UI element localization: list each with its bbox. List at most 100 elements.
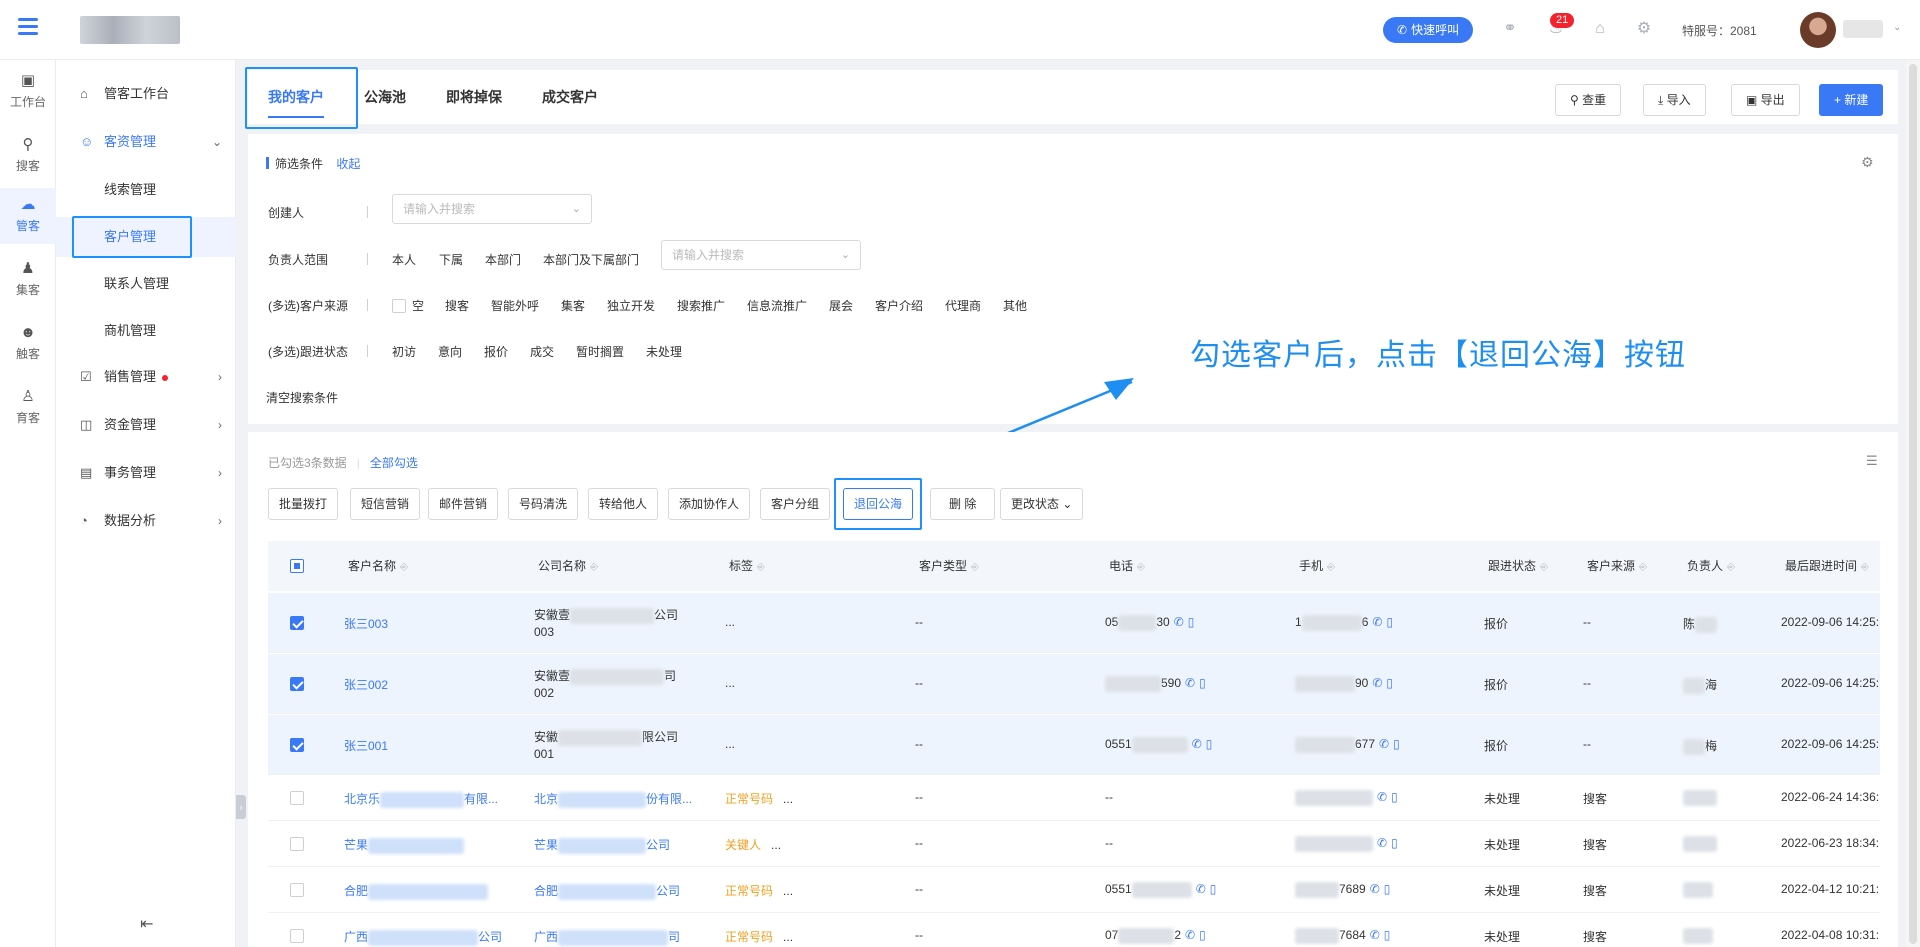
column-company-name[interactable]: 公司名称 ⎆ [538, 541, 598, 591]
mobile-icon[interactable]: ▯ [1210, 882, 1217, 896]
owner-option-self[interactable]: 本人 [392, 251, 416, 268]
customer-name-link[interactable]: 张三003 [344, 615, 388, 632]
mobile-icon[interactable]: ▯ [1199, 676, 1206, 690]
mobile-icon[interactable]: ▯ [1206, 737, 1213, 751]
menu-icon[interactable] [18, 18, 38, 36]
source-option-ai-call[interactable]: 智能外呼 [491, 297, 539, 314]
phone-icon[interactable]: ✆ [1379, 737, 1389, 751]
select-all-checkbox[interactable] [290, 559, 304, 573]
status-option-deal[interactable]: 成交 [530, 343, 554, 360]
table-row[interactable]: 芒果 芒果 公司 关键人 ... -- -- ✆ ▯ 未处理 搜客 2022-06-… [268, 822, 1880, 867]
customer-name-link[interactable]: 张三001 [344, 737, 388, 754]
quick-call-button[interactable]: ✆ 快速呼叫 [1383, 17, 1474, 43]
company-name-link[interactable]: 合肥 公司 [534, 882, 680, 900]
phone-icon[interactable]: ✆ [1192, 737, 1202, 751]
table-row[interactable]: 张三001 安徽 限公司 001 ... -- 0551 ✆ ▯ 677 ✆ ▯ 报价 -… [268, 715, 1880, 775]
clear-filters-link[interactable]: 清空搜索条件 [266, 389, 338, 406]
phone-icon[interactable]: ✆ [1185, 676, 1195, 690]
status-option-intent[interactable]: 意向 [438, 343, 462, 360]
rail-item-collect[interactable]: ♟ 集客 [0, 252, 56, 308]
delete-button[interactable]: 删 除 [930, 488, 996, 520]
change-status-button[interactable]: 更改状态 ⌄ [1000, 488, 1084, 520]
phone-icon[interactable]: ✆ [1174, 615, 1184, 629]
sms-button[interactable]: 短信营销 [350, 488, 421, 520]
source-option-search[interactable]: 搜客 [445, 297, 469, 314]
sidebar-item-finance[interactable]: ◫ 资金管理 › [56, 405, 236, 445]
table-row[interactable]: 张三002 安徽壹司 002 ... -- 590 ✆ ▯ 90 ✆ ▯ 报价 -- 海… [268, 654, 1880, 714]
creator-select[interactable]: 请输入并搜索 ⌄ [392, 194, 592, 224]
status-option-quote[interactable]: 报价 [484, 343, 508, 360]
gear-icon[interactable]: ⚙ [1634, 19, 1654, 39]
import-button[interactable]: ⤓ 导入 [1643, 84, 1706, 116]
tab-expiring[interactable]: 即将掉保 [446, 70, 502, 124]
rail-item-manage[interactable]: ☁ 管客 [0, 188, 56, 244]
collapse-link[interactable]: 收起 [336, 157, 360, 171]
rail-item-search[interactable]: ⚲ 搜客 [0, 128, 56, 184]
source-option-search-ads[interactable]: 搜索推广 [677, 297, 725, 314]
mobile-icon[interactable]: ▯ [1199, 928, 1206, 942]
email-button[interactable]: 邮件营销 [428, 488, 499, 520]
phone-icon[interactable]: ✆ [1185, 928, 1195, 942]
customer-name-link[interactable]: 合肥 [344, 882, 489, 900]
source-option-other[interactable]: 其他 [1003, 297, 1027, 314]
source-option-empty[interactable]: 空 [392, 297, 424, 314]
collapse-menu-icon[interactable]: ⇤ [140, 914, 153, 934]
create-button[interactable]: + 新建 [1819, 84, 1884, 116]
source-option-feed-ads[interactable]: 信息流推广 [747, 297, 807, 314]
export-button[interactable]: ▣ 导出 [1731, 84, 1800, 116]
phone-icon[interactable]: ✆ [1372, 615, 1382, 629]
mobile-icon[interactable]: ▯ [1393, 737, 1400, 751]
table-row[interactable]: 北京乐 有限... 北京 份有限... 正常号码 ... -- -- ✆ ▯ 未处理 … [268, 776, 1880, 821]
table-row[interactable]: 张三003 安徽壹 公司 003 ... -- 05 30 ✆ ▯ 1 6 ✆ ▯ 报价 --… [268, 593, 1880, 653]
owner-option-department[interactable]: 本部门 [485, 251, 521, 268]
sidebar-toggle-handle[interactable]: › [236, 795, 246, 819]
scrollbar-thumb[interactable] [1909, 64, 1917, 944]
column-last-follow-time[interactable]: 最后跟进时间 ⎆ [1785, 541, 1869, 591]
sidebar-item-customers[interactable]: 客户管理 [56, 217, 236, 257]
rail-item-touch[interactable]: ☻ 触客 [0, 316, 56, 372]
sidebar-item-analytics[interactable]: ◔ 数据分析 › [56, 501, 236, 541]
phone-icon[interactable]: ✆ [1372, 676, 1382, 690]
avatar[interactable] [1800, 12, 1836, 48]
sidebar-item-resource[interactable]: ☺ 客资管理 ⌄ [56, 122, 236, 162]
customer-name-link[interactable]: 北京乐 有限... [344, 790, 498, 808]
number-clean-button[interactable]: 号码清洗 [508, 488, 579, 520]
company-name-link[interactable]: 芒果 公司 [534, 836, 670, 854]
source-option-independent[interactable]: 独立开发 [607, 297, 655, 314]
sidebar-item-leads[interactable]: 线索管理 [56, 170, 236, 210]
sidebar-item-contacts[interactable]: 联系人管理 [56, 264, 236, 304]
column-source[interactable]: 客户来源 ⎆ [1587, 541, 1647, 591]
mobile-icon[interactable]: ▯ [1384, 928, 1391, 942]
table-row[interactable]: 广西 公司 广西司 正常号码 ... -- 07 2 ✆ ▯ 7684 ✆ ▯ 未处理 搜客… [268, 914, 1880, 947]
owner-option-subordinate[interactable]: 下属 [439, 251, 463, 268]
row-checkbox[interactable] [290, 837, 304, 851]
return-to-pool-button[interactable]: 退回公海 [843, 488, 914, 520]
status-option-first-visit[interactable]: 初访 [392, 343, 416, 360]
rail-item-nurture[interactable]: ♙ 育客 [0, 380, 56, 436]
status-option-unprocessed[interactable]: 未处理 [646, 343, 682, 360]
phone-icon[interactable]: ✆ [1377, 836, 1387, 850]
dedupe-button[interactable]: ⚲ 查重 [1555, 84, 1622, 116]
row-checkbox[interactable] [290, 929, 304, 943]
mobile-icon[interactable]: ▯ [1386, 615, 1393, 629]
batch-call-button[interactable]: 批量拨打 [268, 488, 339, 520]
column-follow-status[interactable]: 跟进状态 ⎆ [1488, 541, 1548, 591]
row-checkbox[interactable] [290, 616, 304, 630]
tab-my-customers[interactable]: 我的客户 [268, 70, 324, 124]
column-customer-type[interactable]: 客户类型 ⎆ [919, 541, 979, 591]
sidebar-item-workbench[interactable]: ⌂ 管客工作台 [56, 74, 236, 114]
home-icon[interactable]: ⌂ [1590, 19, 1610, 39]
owner-option-department-sub[interactable]: 本部门及下属部门 [543, 251, 639, 268]
customer-name-link[interactable]: 芒果 [344, 836, 465, 854]
checkbox[interactable] [392, 299, 406, 313]
sidebar-item-sales[interactable]: ☑ 销售管理 › [56, 357, 236, 397]
group-button[interactable]: 客户分组 [760, 488, 831, 520]
username-blurred[interactable] [1843, 20, 1883, 38]
customer-name-link[interactable]: 广西 公司 [344, 928, 502, 946]
column-tag[interactable]: 标签 ⎆ [729, 541, 765, 591]
source-option-expo[interactable]: 展会 [829, 297, 853, 314]
row-checkbox[interactable] [290, 677, 304, 691]
phone-icon[interactable]: ✆ [1196, 882, 1206, 896]
mobile-icon[interactable]: ▯ [1391, 836, 1398, 850]
company-name-link[interactable]: 广西司 [534, 928, 680, 946]
